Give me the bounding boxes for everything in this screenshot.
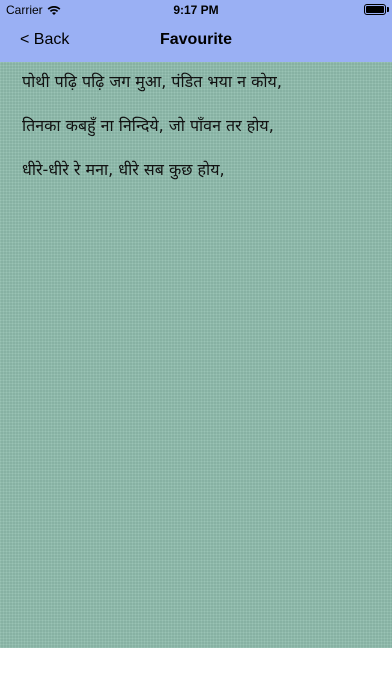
verse-line-1: पोथी पढ़ि पढ़ि जग मुआ, पंडित भया न कोय, bbox=[22, 72, 282, 91]
app-screen: Carrier 9:17 PM < Back Favourite पोथी पढ… bbox=[0, 0, 392, 696]
status-time: 9:17 PM bbox=[173, 3, 219, 17]
battery-icon bbox=[364, 4, 386, 15]
verse-line-2: तिनका कबहुँ ना निन्दिये, जो पाँवन तर होय… bbox=[22, 116, 274, 135]
status-bar: Carrier 9:17 PM bbox=[0, 0, 392, 20]
battery-tip bbox=[387, 7, 389, 12]
navigation-bar: < Back Favourite bbox=[0, 20, 392, 62]
verse-content[interactable]: पोथी पढ़ि पढ़ि जग मुआ, पंडित भया न कोय, … bbox=[0, 62, 392, 648]
bottom-blank-area bbox=[0, 648, 392, 696]
battery-fill bbox=[366, 6, 384, 13]
back-button[interactable]: < Back bbox=[20, 31, 69, 49]
verse-line-3: धीरे-धीरे रे मना, धीरे सब कुछ होय, bbox=[22, 160, 225, 179]
